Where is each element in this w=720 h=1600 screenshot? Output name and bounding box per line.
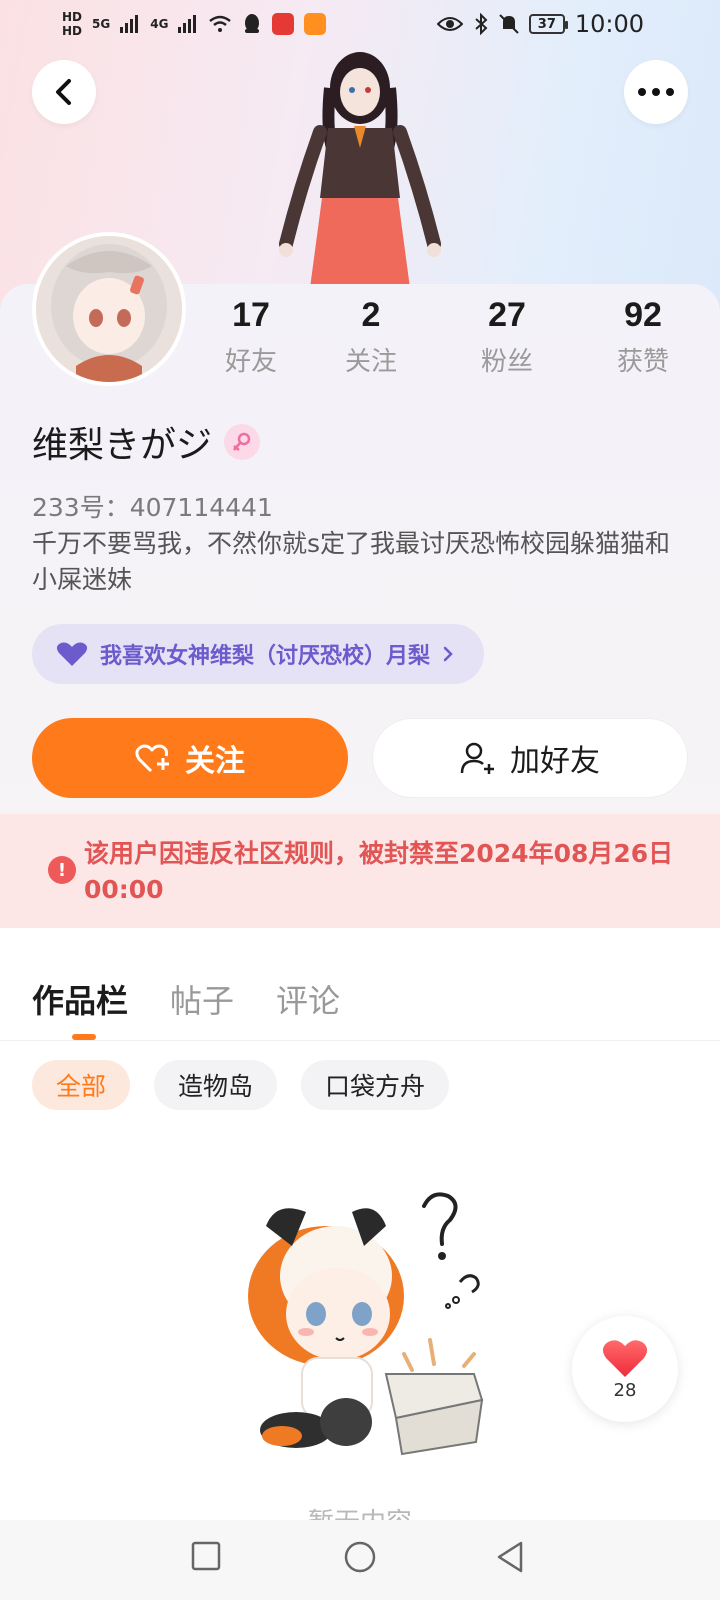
fan-tag-label: 我喜欢女神维梨（讨厌恐校）月梨: [100, 644, 431, 669]
tab-posts[interactable]: 帖子: [170, 976, 234, 1022]
stat-label: 获赞: [616, 347, 669, 377]
female-icon: [224, 424, 261, 460]
qq-icon: [245, 14, 260, 33]
chevron-left-icon: [56, 79, 71, 105]
home-icon[interactable]: [343, 1540, 377, 1574]
tab-comments[interactable]: 评论: [276, 976, 340, 1022]
stat-value: 27: [488, 296, 526, 334]
filter-chip-pocket-ark[interactable]: 口袋方舟: [301, 1060, 450, 1110]
bluetooth-icon: [475, 13, 488, 35]
back-nav-icon[interactable]: [494, 1540, 526, 1574]
stat-following[interactable]: 2 关注: [316, 296, 426, 378]
tabs-divider: [0, 1040, 720, 1041]
add-user-icon: [460, 742, 494, 774]
content-panel: 作品栏 帖子 评论 全部 造物岛 口袋方舟 暂无内容: [0, 950, 720, 1600]
avatar-character-figure: [279, 52, 441, 288]
alert-icon: !: [48, 856, 76, 884]
heart-icon: [56, 642, 88, 666]
back-button[interactable]: [32, 60, 96, 124]
avatar[interactable]: [32, 232, 186, 386]
app-notification-icon: [272, 13, 295, 35]
battery-icon: 37: [528, 14, 568, 34]
stat-value: 2: [361, 296, 381, 334]
recent-apps-icon[interactable]: [190, 1540, 222, 1572]
ban-notice-banner: ! 该用户因违反社区规则，被封禁至2024年08月26日 00:00: [0, 814, 720, 928]
floating-like-button[interactable]: 28: [572, 1316, 678, 1422]
stat-likes[interactable]: 92 获赞: [588, 296, 698, 378]
wifi-icon: [209, 15, 232, 32]
user-name: 维梨きがジ: [32, 425, 213, 466]
eye-icon: [436, 17, 463, 31]
status-left: HD HD 5G 4G: [62, 11, 327, 37]
ban-notice-text: 该用户因违反社区规则，被封禁至2024年08月26日 00:00: [84, 839, 674, 904]
clock: 10:00: [574, 10, 644, 38]
signal-icon: [120, 15, 139, 33]
user-id: 233号：407114441: [32, 493, 273, 522]
system-navigation-bar: [0, 1520, 720, 1600]
stat-value: 92: [624, 296, 662, 334]
status-right: 37 10:00: [436, 10, 644, 38]
user-bio: 千万不要骂我，不然你就s定了我最讨厌恐怖校园躲猫猫和小屎迷妹: [32, 529, 671, 594]
avatar-illustration: [36, 236, 182, 382]
hd-label-2: HD: [62, 24, 83, 38]
filter-chips: 全部 造物岛 口袋方舟: [32, 1060, 450, 1110]
chevron-right-icon: [443, 646, 453, 662]
hd-indicators: HD HD: [62, 11, 82, 37]
stat-label: 好友: [224, 347, 277, 377]
filter-chip-all[interactable]: 全部: [32, 1060, 131, 1110]
filter-chip-creation-island[interactable]: 造物岛: [154, 1060, 278, 1110]
name-row: 维梨きがジ: [32, 416, 261, 468]
stat-label: 粉丝: [480, 347, 533, 377]
more-button[interactable]: [624, 60, 688, 124]
stat-fans[interactable]: 27 粉丝: [452, 296, 562, 378]
avatar-image: [36, 236, 182, 382]
status-bar: HD HD 5G 4G 37 10:00: [0, 0, 720, 48]
add-friend-label: 加好友: [510, 744, 600, 779]
signal-4g-label: 4G: [150, 17, 169, 31]
stat-label: 关注: [344, 347, 397, 377]
like-count: 28: [613, 1379, 637, 1401]
hd-label-1: HD: [62, 10, 83, 24]
stat-friends[interactable]: 17 好友: [196, 296, 306, 378]
heart-plus-icon: [135, 744, 169, 773]
heart-icon: [602, 1339, 648, 1377]
signal-5g-label: 5G: [92, 17, 111, 31]
signal-icon: [178, 15, 197, 33]
video-app-icon: [304, 13, 327, 35]
more-dots-icon: [638, 88, 674, 96]
add-friend-button[interactable]: 加好友: [372, 718, 688, 798]
tab-works[interactable]: 作品栏: [32, 976, 128, 1022]
mute-bell-icon: [499, 14, 519, 34]
content-tabs: 作品栏 帖子 评论: [32, 976, 340, 1022]
follow-button[interactable]: 关注: [32, 718, 348, 798]
empty-state-illustration: [248, 1192, 484, 1456]
fan-tag-pill[interactable]: 我喜欢女神维梨（讨厌恐校）月梨: [32, 624, 485, 684]
follow-label: 关注: [185, 744, 245, 779]
stat-value: 17: [232, 296, 270, 334]
